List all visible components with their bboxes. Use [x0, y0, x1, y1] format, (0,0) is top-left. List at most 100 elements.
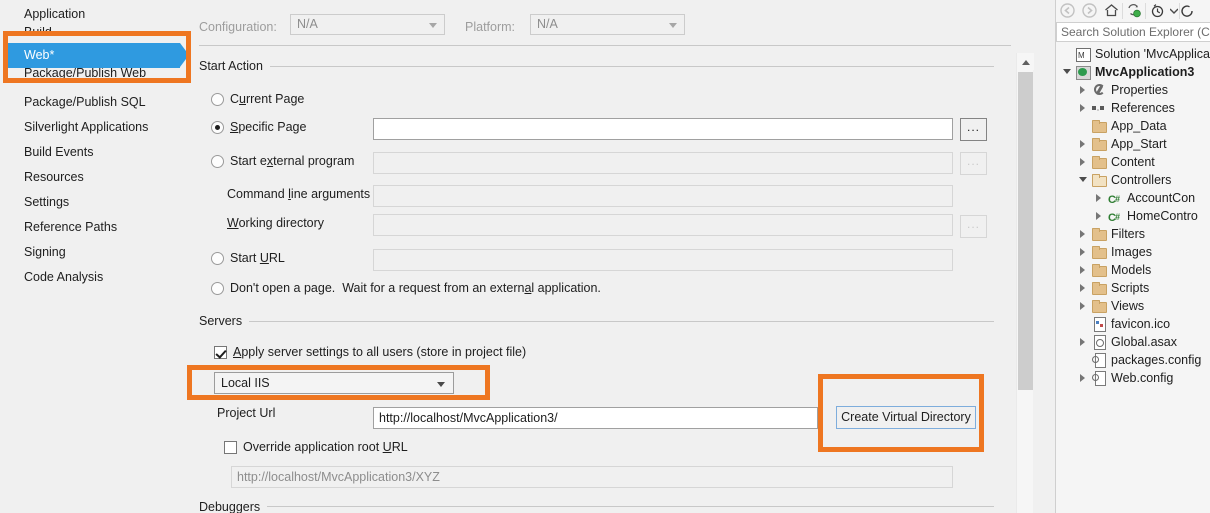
- server-type-select[interactable]: Local IIS: [214, 372, 454, 394]
- tree-item[interactable]: favicon.ico: [1056, 315, 1210, 333]
- nav-selection-arrow-icon: [180, 43, 189, 67]
- platform-select[interactable]: N/A: [530, 14, 685, 35]
- configuration-select[interactable]: N/A: [290, 14, 445, 35]
- expander-open-icon[interactable]: [1060, 63, 1074, 81]
- tree-item[interactable]: Models: [1056, 261, 1210, 279]
- apply-server-settings-checkbox[interactable]: [214, 346, 227, 359]
- scrollbar-up-arrow-icon[interactable]: [1017, 53, 1034, 70]
- radio-start-url[interactable]: [211, 252, 224, 265]
- tree-item-label: AccountCon: [1127, 191, 1196, 205]
- command-line-arguments-input[interactable]: [373, 185, 953, 207]
- tree-item-label: Models: [1111, 263, 1152, 277]
- solution-explorer-panel: Search Solution Explorer (Ctr Solution '…: [1055, 0, 1210, 513]
- nav-item-resources[interactable]: Resources: [0, 165, 195, 190]
- tree-item[interactable]: Content: [1056, 153, 1210, 171]
- tree-item-label: Filters: [1111, 227, 1146, 241]
- tree-item[interactable]: Global.asax: [1056, 333, 1210, 351]
- tree-item[interactable]: References: [1056, 99, 1210, 117]
- tree-item[interactable]: App_Data: [1056, 117, 1210, 135]
- nav-item-settings[interactable]: Settings: [0, 190, 195, 215]
- external-program-input[interactable]: [373, 152, 953, 174]
- create-virtual-directory-button[interactable]: Create Virtual Directory: [836, 406, 976, 429]
- solution-explorer-toolbar: [1056, 0, 1210, 21]
- tree-item[interactable]: HomeContro: [1056, 207, 1210, 227]
- main-panel-scrollbar[interactable]: [1016, 53, 1034, 513]
- servers-group-header: Servers: [199, 314, 994, 328]
- tree-item[interactable]: packages.config: [1056, 351, 1210, 369]
- nav-item-signing[interactable]: Signing: [0, 240, 195, 265]
- radio-current-page[interactable]: [211, 93, 224, 106]
- tree-item[interactable]: Web.config: [1056, 369, 1210, 387]
- back-arrow-icon[interactable]: [1056, 1, 1078, 21]
- nav-item-build[interactable]: Build: [0, 27, 195, 43]
- tree-item-label: App_Start: [1111, 137, 1167, 151]
- solution-icon: [1074, 45, 1092, 65]
- override-root-url-checkbox[interactable]: [224, 441, 237, 454]
- refresh-icon[interactable]: [1180, 1, 1194, 21]
- expander-closed-icon[interactable]: [1076, 297, 1090, 315]
- nav-item-build-events[interactable]: Build Events: [0, 140, 195, 165]
- nav-item-package-publish-web[interactable]: Package/Publish Web: [0, 68, 195, 90]
- radio-dont-open-page[interactable]: [211, 282, 224, 295]
- folder-icon: [1090, 261, 1108, 279]
- nav-item-package-publish-sql[interactable]: Package/Publish SQL: [0, 90, 195, 115]
- expander-closed-icon[interactable]: [1076, 243, 1090, 261]
- override-root-url-input[interactable]: http://localhost/MvcApplication3/XYZ: [231, 466, 953, 488]
- working-directory-browse-button[interactable]: ...: [960, 215, 987, 238]
- debuggers-group-header: Debuggers: [199, 500, 994, 513]
- tree-item[interactable]: Properties: [1056, 81, 1210, 99]
- tree-item[interactable]: Solution 'MvcApplicati: [1056, 45, 1210, 65]
- radio-specific-page[interactable]: [211, 121, 224, 134]
- expander-closed-icon[interactable]: [1092, 207, 1106, 225]
- tree-item[interactable]: Views: [1056, 297, 1210, 315]
- expander-closed-icon[interactable]: [1076, 369, 1090, 387]
- nav-item-reference-paths[interactable]: Reference Paths: [0, 215, 195, 240]
- start-action-group-header: Start Action: [199, 59, 994, 73]
- tree-item[interactable]: MvcApplication3: [1056, 63, 1210, 81]
- override-root-url-label: Override application root URL: [243, 440, 408, 454]
- tree-item[interactable]: AccountCon: [1056, 189, 1210, 209]
- expander-closed-icon[interactable]: [1076, 153, 1090, 171]
- sync-with-active-document-icon[interactable]: [1123, 1, 1145, 21]
- expander-closed-icon[interactable]: [1076, 225, 1090, 243]
- tree-item[interactable]: Scripts: [1056, 279, 1210, 297]
- specific-page-input[interactable]: [373, 118, 953, 140]
- search-input[interactable]: Search Solution Explorer (Ctr: [1056, 22, 1210, 42]
- expander-closed-icon[interactable]: [1076, 261, 1090, 279]
- nav-item-silverlight-applications[interactable]: Silverlight Applications: [0, 115, 195, 140]
- expander-closed-icon[interactable]: [1076, 333, 1090, 351]
- expander-closed-icon[interactable]: [1092, 189, 1106, 207]
- folder-icon: [1090, 135, 1108, 153]
- tree-item-label: App_Data: [1111, 119, 1167, 133]
- nav-item-web[interactable]: Web*: [0, 43, 195, 68]
- tree-item[interactable]: App_Start: [1056, 135, 1210, 153]
- chevron-down-icon: [429, 23, 437, 28]
- project-url-input[interactable]: http://localhost/MvcApplication3/: [373, 407, 818, 429]
- chevron-down-icon[interactable]: [1168, 1, 1179, 21]
- nav-item-application[interactable]: Application: [0, 2, 195, 27]
- tree-item[interactable]: Filters: [1056, 225, 1210, 243]
- expander-closed-icon[interactable]: [1076, 279, 1090, 297]
- pending-changes-icon[interactable]: [1146, 1, 1168, 21]
- radio-start-external-program[interactable]: [211, 155, 224, 168]
- expander-closed-icon[interactable]: [1076, 135, 1090, 153]
- radio-start-url-label: Start URL: [230, 251, 285, 265]
- expander-open-icon[interactable]: [1076, 171, 1090, 189]
- scrollbar-thumb[interactable]: [1018, 72, 1033, 390]
- external-program-browse-button[interactable]: ...: [960, 152, 987, 175]
- tree-item-label: Scripts: [1111, 281, 1150, 295]
- nav-item-code-analysis[interactable]: Code Analysis: [0, 265, 195, 290]
- expander-closed-icon[interactable]: [1076, 99, 1090, 117]
- forward-arrow-icon[interactable]: [1078, 1, 1100, 21]
- start-url-input[interactable]: [373, 249, 953, 271]
- header-divider: [199, 45, 1011, 46]
- expander-closed-icon[interactable]: [1076, 81, 1090, 99]
- folder-icon: [1090, 243, 1108, 261]
- home-icon[interactable]: [1100, 1, 1122, 21]
- specific-page-browse-button[interactable]: ...: [960, 118, 987, 141]
- working-directory-input[interactable]: [373, 214, 953, 236]
- tree-item[interactable]: Controllers: [1056, 171, 1210, 189]
- tree-item[interactable]: Images: [1056, 243, 1210, 261]
